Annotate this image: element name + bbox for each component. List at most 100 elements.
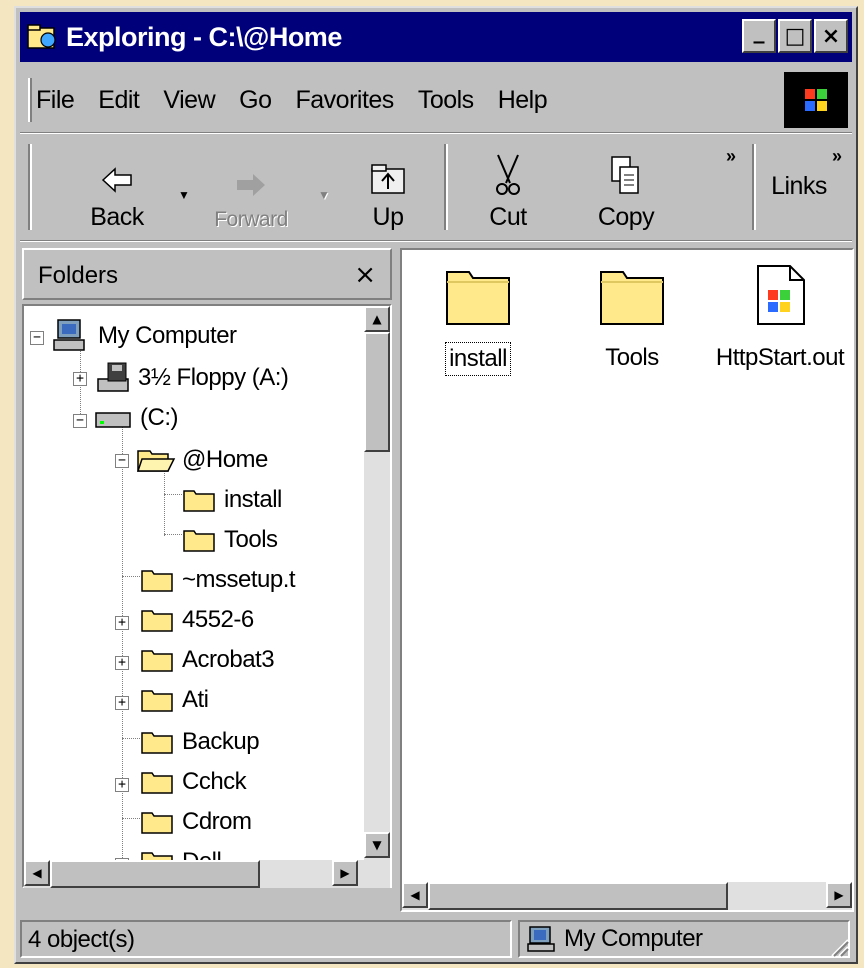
tree-item-ati[interactable]: Ati xyxy=(140,682,209,718)
tree-line xyxy=(164,494,182,495)
tree-expand-toggle[interactable]: + xyxy=(115,656,129,670)
file-label: Tools xyxy=(605,344,659,371)
tree-item-install[interactable]: install xyxy=(182,482,282,518)
status-object-count: 4 object(s) xyxy=(20,920,512,958)
file-label: install xyxy=(445,342,511,376)
scroll-thumb[interactable] xyxy=(50,860,260,888)
back-label: Back xyxy=(90,203,144,231)
back-dropdown-icon[interactable]: ▼ xyxy=(178,188,190,202)
forward-label: Forward xyxy=(214,208,288,231)
tree-line xyxy=(122,818,140,819)
folder-icon xyxy=(141,570,173,592)
tree-expand-toggle[interactable]: − xyxy=(30,331,44,345)
cut-label: Cut xyxy=(489,203,527,231)
tree-item-cchck[interactable]: Cchck xyxy=(140,764,247,800)
tree-item-home[interactable]: @Home xyxy=(136,442,268,478)
scroll-left-button[interactable]: ◀ xyxy=(402,882,428,908)
tree-item-backup[interactable]: Backup xyxy=(140,724,260,760)
tree-item-floppy[interactable]: 3½ Floppy (A:) xyxy=(94,360,289,396)
tree-line xyxy=(122,576,140,577)
maximize-button[interactable]: □ xyxy=(778,19,812,53)
scroll-thumb[interactable] xyxy=(428,882,728,910)
tree-expand-toggle[interactable]: − xyxy=(115,454,129,468)
folder-icon xyxy=(141,812,173,834)
tree-line xyxy=(164,534,182,535)
folder-icon xyxy=(183,530,215,552)
tree-item-4552-6[interactable]: 4552-6 xyxy=(140,602,254,638)
cut-button[interactable]: Cut xyxy=(468,140,548,232)
arrow-left-icon: ◀ xyxy=(410,888,420,902)
tree-expand-toggle[interactable]: + xyxy=(73,372,87,386)
minimize-button[interactable]: _ xyxy=(742,19,776,53)
toolbar-divider xyxy=(444,144,448,230)
forward-button[interactable]: Forward xyxy=(196,140,306,232)
menu-view[interactable]: View xyxy=(163,86,215,115)
windows-flag-icon xyxy=(805,89,827,111)
links-divider[interactable] xyxy=(752,144,756,230)
close-icon: × xyxy=(821,23,841,49)
tree-expand-toggle[interactable]: − xyxy=(73,414,87,428)
status-location-text: My Computer xyxy=(564,925,703,952)
file-item-httpstart[interactable]: HttpStart.out xyxy=(710,262,850,374)
menu-go[interactable]: Go xyxy=(239,86,272,115)
title-bar[interactable]: Exploring - C:\@Home _ □ × xyxy=(20,12,852,62)
scroll-left-button[interactable]: ◀ xyxy=(24,860,50,886)
window-title: Exploring - C:\@Home xyxy=(66,21,342,52)
computer-icon xyxy=(53,319,85,351)
tree-item-label: Cdrom xyxy=(182,808,252,835)
tree-expand-toggle[interactable]: + xyxy=(115,696,129,710)
tree-horizontal-scrollbar[interactable]: ◀ ▶ xyxy=(24,860,390,888)
menu-tools[interactable]: Tools xyxy=(418,86,474,115)
resize-grip-icon[interactable] xyxy=(826,934,850,958)
toolbar-grip[interactable] xyxy=(28,144,32,230)
folders-close-button[interactable]: × xyxy=(354,260,376,290)
tree-vertical-scrollbar[interactable]: ▲ ▼ xyxy=(364,306,390,886)
menu-edit[interactable]: Edit xyxy=(98,86,140,115)
status-bar: 4 object(s) My Computer xyxy=(20,920,852,960)
arrow-right-icon: ▶ xyxy=(834,888,844,902)
folder-icon xyxy=(141,690,173,712)
links-overflow-chevron[interactable]: » xyxy=(832,146,842,167)
folder-icon xyxy=(183,490,215,512)
links-label: Links xyxy=(771,171,827,200)
scroll-thumb[interactable] xyxy=(364,332,390,452)
up-label: Up xyxy=(372,203,404,231)
tree-item-mssetup[interactable]: ~mssetup.t xyxy=(140,562,296,598)
toolbar-overflow-chevron[interactable]: » xyxy=(726,146,736,167)
tree-item-label: Ati xyxy=(182,686,209,713)
scroll-right-button[interactable]: ▶ xyxy=(826,882,852,908)
tree-item-label: Acrobat3 xyxy=(182,646,275,673)
tree-line xyxy=(122,738,140,739)
scroll-right-button[interactable]: ▶ xyxy=(332,860,358,886)
folder-icon xyxy=(446,271,510,325)
menu-file[interactable]: File xyxy=(36,86,75,115)
menu-favorites[interactable]: Favorites xyxy=(296,86,395,115)
copy-button[interactable]: Copy xyxy=(576,140,676,232)
links-button[interactable]: Links xyxy=(764,140,834,232)
explorer-icon xyxy=(26,22,58,52)
toolbar-bottom-divider xyxy=(20,240,852,242)
up-button[interactable]: Up xyxy=(348,140,428,232)
scroll-down-button[interactable]: ▼ xyxy=(364,832,390,858)
tree-expand-toggle[interactable]: + xyxy=(115,616,129,630)
menu-help[interactable]: Help xyxy=(498,86,548,115)
folder-icon xyxy=(141,650,173,672)
menubar-grip[interactable] xyxy=(28,78,32,122)
tree-item-acrobat3[interactable]: Acrobat3 xyxy=(140,642,275,678)
tree-expand-toggle[interactable]: + xyxy=(115,778,129,792)
tree-item-my-computer[interactable]: My Computer xyxy=(52,318,237,354)
folder-icon xyxy=(141,732,173,754)
contents-horizontal-scrollbar[interactable]: ◀ ▶ xyxy=(402,882,852,910)
back-button[interactable]: Back xyxy=(72,140,162,232)
file-item-install[interactable]: install xyxy=(408,262,548,376)
close-button[interactable]: × xyxy=(814,19,848,53)
arrow-up-icon: ▲ xyxy=(372,312,382,326)
file-item-tools[interactable]: Tools xyxy=(562,262,702,374)
scroll-up-button[interactable]: ▲ xyxy=(364,306,390,332)
tree-item-tools[interactable]: Tools xyxy=(182,522,278,558)
tree-item-cdrom[interactable]: Cdrom xyxy=(140,804,252,840)
toolbar: Back ▼ Forward ▼ Up Cut Copy » Links » xyxy=(28,140,852,238)
document-icon xyxy=(757,265,805,325)
tree-item-c-drive[interactable]: (C:) xyxy=(94,400,178,436)
menu-toolbar-divider xyxy=(20,132,852,134)
